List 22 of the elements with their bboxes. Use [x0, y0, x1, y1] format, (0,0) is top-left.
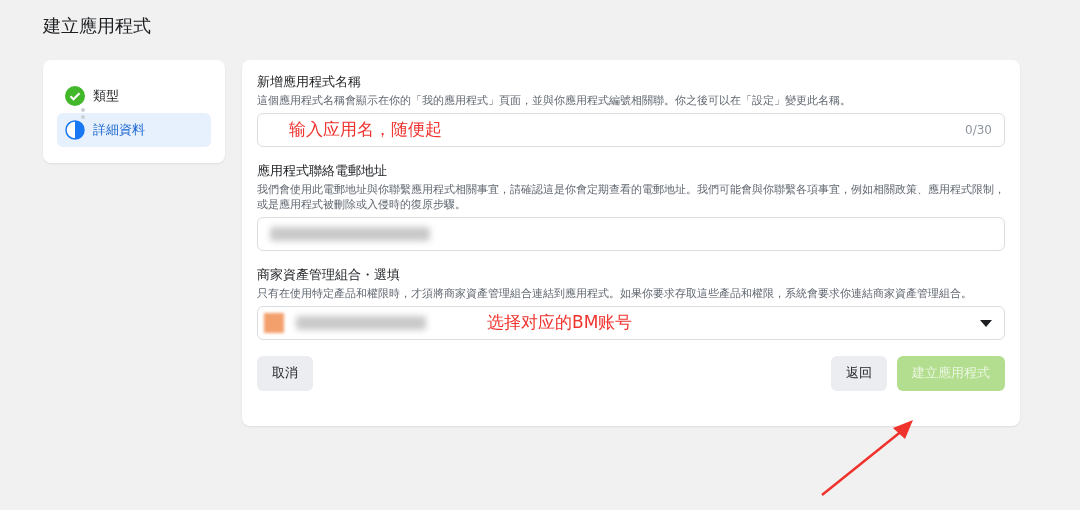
progress-icon	[65, 120, 85, 140]
field-label: 商家資產管理組合・選填	[257, 267, 401, 283]
step-item[interactable]: 詳細資料	[57, 113, 211, 147]
page-title: 建立應用程式	[42, 14, 152, 38]
cancel-button[interactable]: 取消	[257, 356, 313, 391]
help-text: 我們會使用此電郵地址與你聯繫應用程式相關事宜，請確認這是你會定期查看的電郵地址。我們可能會與你聯繫各項事宜，例如相關政策、應用程式限制，或是應用程式被刪除或入侵時的復原步驟。	[257, 182, 1005, 212]
field-label: 新增應用程式名稱	[257, 74, 362, 90]
email-field[interactable]	[257, 217, 1005, 251]
character-counter: 0/30	[965, 122, 992, 139]
business-dropdown[interactable]: 选择对应的BM账号	[257, 306, 1005, 340]
check-icon	[65, 86, 85, 106]
help-text: 這個應用程式名稱會顯示在你的「我的應用程式」頁面，並與你應用程式編號相關聯。你之後可以在「設定」變更此名稱。	[257, 93, 852, 108]
annotation-text: 输入应用名，随便起	[289, 118, 442, 142]
step-item[interactable]: 類型	[57, 79, 211, 113]
redacted-avatar	[264, 313, 284, 333]
field-label: 應用程式聯絡電郵地址	[257, 163, 388, 179]
annotation-text: 选择对应的BM账号	[487, 311, 633, 335]
caret-icon	[980, 319, 992, 327]
step-connector	[80, 107, 86, 119]
back-button[interactable]: 返回	[831, 356, 887, 391]
name-field[interactable]: 输入应用名，随便起 0/30	[257, 113, 1005, 147]
help-text: 只有在使用特定產品和權限時，才須將商家資產管理組合連結到應用程式。如果你要求存取這些產品和權限，系統會要求你連結商家資產管理組合。	[257, 286, 973, 301]
